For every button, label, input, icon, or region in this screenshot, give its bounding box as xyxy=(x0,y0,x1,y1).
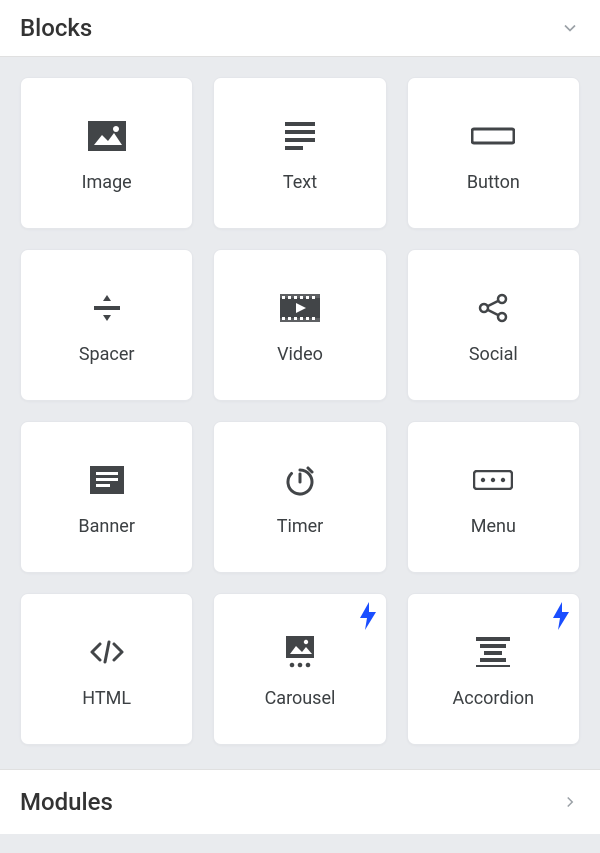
html-icon xyxy=(85,630,129,674)
block-label: Video xyxy=(277,344,323,365)
block-card-text[interactable]: Text xyxy=(213,77,386,229)
social-icon xyxy=(471,286,515,330)
block-card-spacer[interactable]: Spacer xyxy=(20,249,193,401)
block-card-image[interactable]: Image xyxy=(20,77,193,229)
carousel-icon xyxy=(278,630,322,674)
block-label: Timer xyxy=(277,516,324,537)
block-label: Social xyxy=(469,344,518,365)
image-icon xyxy=(85,114,129,158)
block-label: Menu xyxy=(471,516,516,537)
menu-icon xyxy=(471,458,515,502)
chevron-right-icon xyxy=(560,792,580,812)
spacer-icon xyxy=(85,286,129,330)
video-icon xyxy=(278,286,322,330)
block-card-social[interactable]: Social xyxy=(407,249,580,401)
blocks-grid: Image Text xyxy=(20,77,580,745)
block-card-button[interactable]: Button xyxy=(407,77,580,229)
modules-title: Modules xyxy=(20,788,113,816)
block-card-carousel[interactable]: Carousel xyxy=(213,593,386,745)
lightning-icon xyxy=(551,602,571,630)
button-icon xyxy=(471,114,515,158)
lightning-icon xyxy=(358,602,378,630)
block-label: Spacer xyxy=(79,344,135,365)
block-card-video[interactable]: Video xyxy=(213,249,386,401)
block-label: Image xyxy=(82,172,132,193)
block-label: Banner xyxy=(78,516,135,537)
accordion-icon xyxy=(471,630,515,674)
block-label: Carousel xyxy=(265,688,336,709)
modules-section-header[interactable]: Modules xyxy=(0,769,600,834)
block-label: Button xyxy=(467,172,520,193)
block-label: Text xyxy=(283,172,317,193)
block-label: Accordion xyxy=(453,688,535,709)
banner-icon xyxy=(85,458,129,502)
chevron-down-icon xyxy=(560,18,580,38)
block-card-accordion[interactable]: Accordion xyxy=(407,593,580,745)
block-card-timer[interactable]: Timer xyxy=(213,421,386,573)
text-icon xyxy=(278,114,322,158)
blocks-title: Blocks xyxy=(20,14,92,42)
blocks-grid-area: Image Text xyxy=(0,57,600,769)
block-label: HTML xyxy=(82,688,131,709)
block-card-banner[interactable]: Banner xyxy=(20,421,193,573)
block-card-menu[interactable]: Menu xyxy=(407,421,580,573)
block-card-html[interactable]: HTML xyxy=(20,593,193,745)
timer-icon xyxy=(278,458,322,502)
blocks-section-header[interactable]: Blocks xyxy=(0,0,600,57)
blocks-panel: Blocks Image xyxy=(0,0,600,834)
